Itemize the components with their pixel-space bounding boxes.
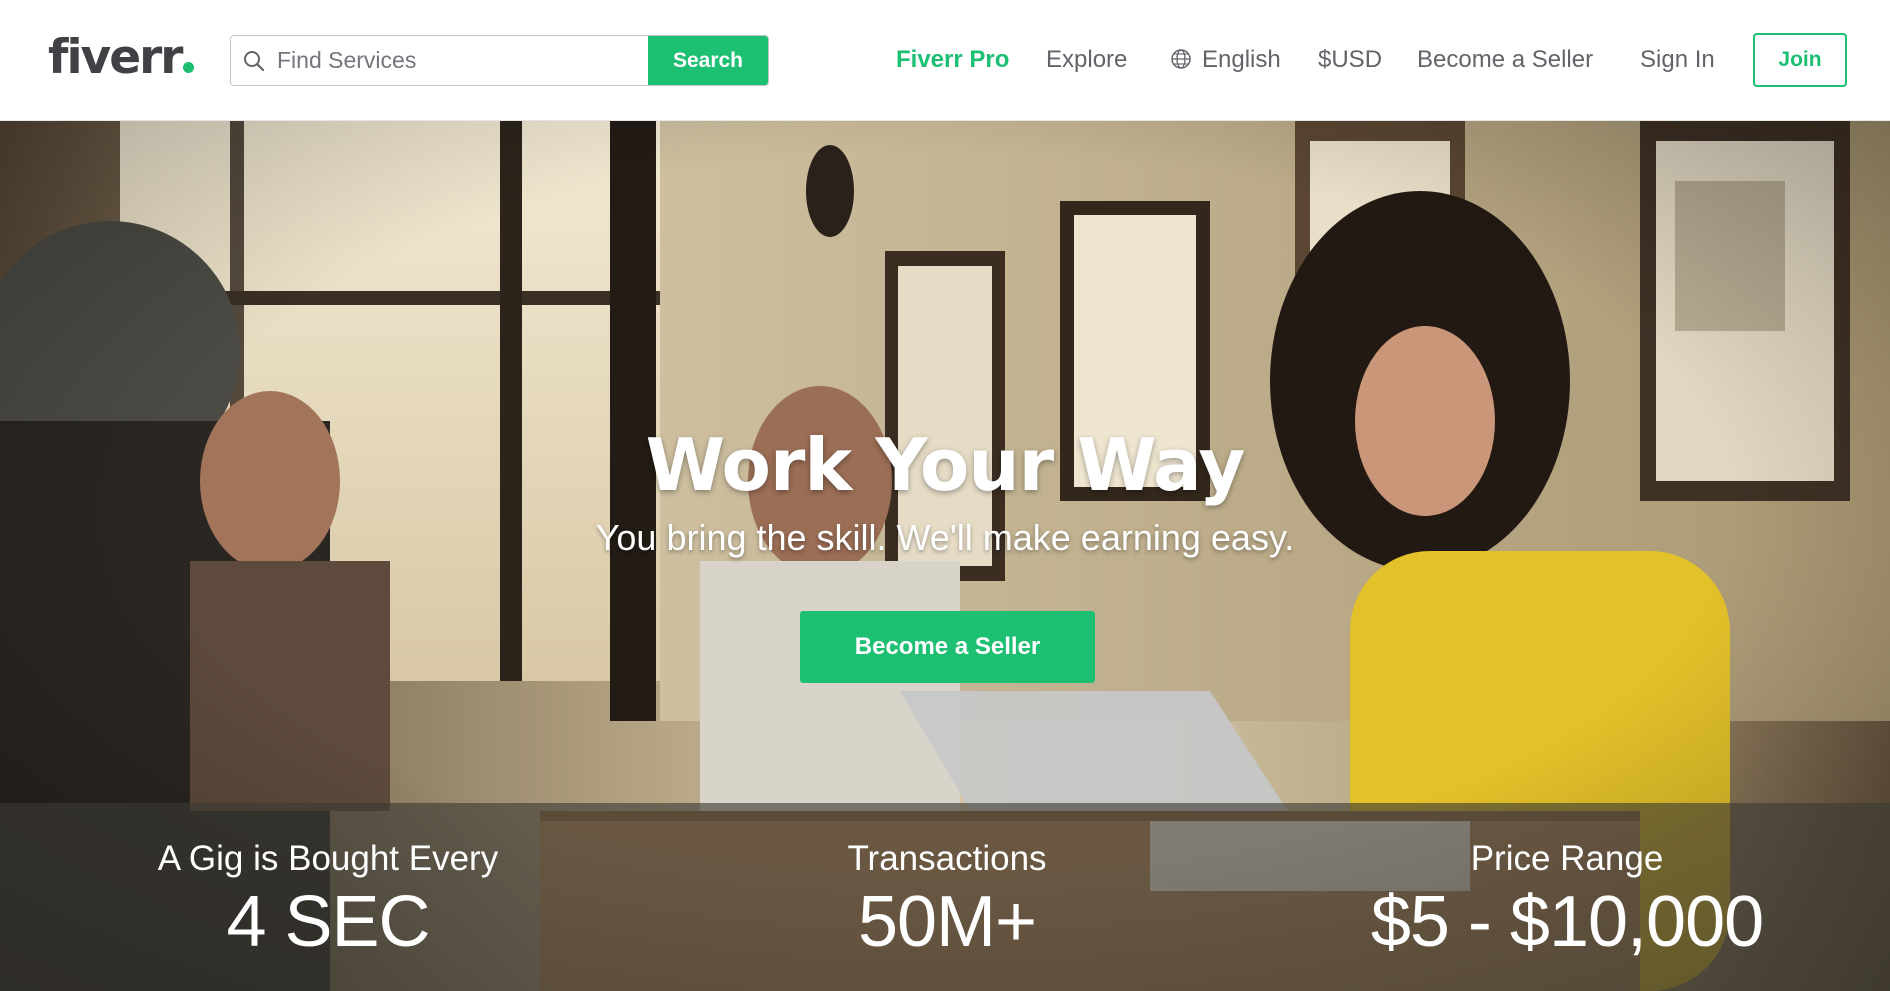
top-nav: Fiverr Pro Explore English $USD Become a…	[0, 43, 1890, 77]
nav-language[interactable]: English	[1170, 43, 1281, 77]
stat-value: 50M+	[857, 882, 1037, 962]
nav-explore[interactable]: Explore	[1046, 43, 1127, 77]
stat-value: 4 SEC	[226, 882, 430, 962]
hero-section: Work Your Way You bring the skill. We'll…	[0, 121, 1890, 991]
nav-become-seller[interactable]: Become a Seller	[1417, 43, 1593, 77]
stat-label: A Gig is Bought Every	[157, 839, 499, 878]
top-header: fiverr Search Fiverr Pro Explore Englis	[0, 0, 1890, 121]
nav-language-label: English	[1202, 46, 1281, 73]
become-seller-button[interactable]: Become a Seller	[800, 611, 1095, 683]
join-button[interactable]: Join	[1753, 33, 1847, 87]
hero-subtitle: You bring the skill. We'll make earning …	[595, 517, 1295, 558]
stat-label: Transactions	[847, 839, 1047, 878]
stat-label: Price Range	[1470, 839, 1664, 878]
nav-sign-in[interactable]: Sign In	[1640, 43, 1715, 77]
nav-currency[interactable]: $USD	[1318, 43, 1382, 77]
stat-value: $5 - $10,000	[1370, 882, 1764, 962]
stats-bar: A Gig is Bought Every 4 SEC Transactions…	[0, 803, 1890, 991]
globe-icon	[1170, 46, 1192, 69]
hero-title: Work Your Way	[645, 423, 1246, 507]
nav-fiverr-pro[interactable]: Fiverr Pro	[896, 43, 1009, 77]
